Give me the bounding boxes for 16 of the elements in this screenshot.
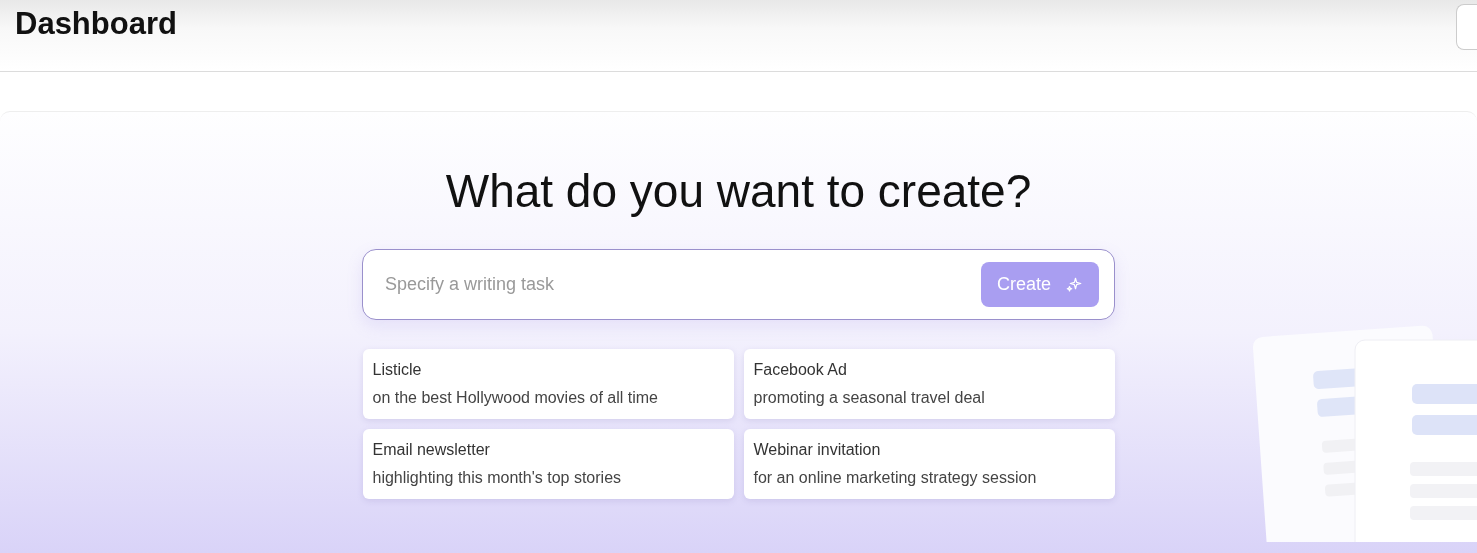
suggestion-description: on the best Hollywood movies of all time [372,389,658,407]
create-heading: What do you want to create? [445,164,1032,218]
suggestion-description: for an online marketing strategy session [753,469,1037,487]
suggestion-card[interactable]: Email newsletter highlighting this month's top stories [362,429,734,499]
sparkle-icon [1065,275,1083,294]
header-button[interactable] [1456,4,1477,50]
suggestion-title: Webinar invitation [753,441,881,459]
suggestion-description: promoting a seasonal travel deal [753,389,985,407]
suggestion-title: Listicle [372,361,422,379]
suggestion-card[interactable]: Facebook Ad promoting a seasonal travel deal [743,349,1115,419]
suggestion-card[interactable]: Listicle on the best Hollywood movies of all time [362,349,734,419]
suggestion-description: highlighting this month's top stories [372,469,622,487]
suggestion-card[interactable]: Webinar invitation for an online marketing strategy session [743,429,1115,499]
page-title: Dashboard [15,6,177,42]
suggestion-title: Email newsletter [372,441,490,459]
suggestion-title: Facebook Ad [753,361,847,379]
